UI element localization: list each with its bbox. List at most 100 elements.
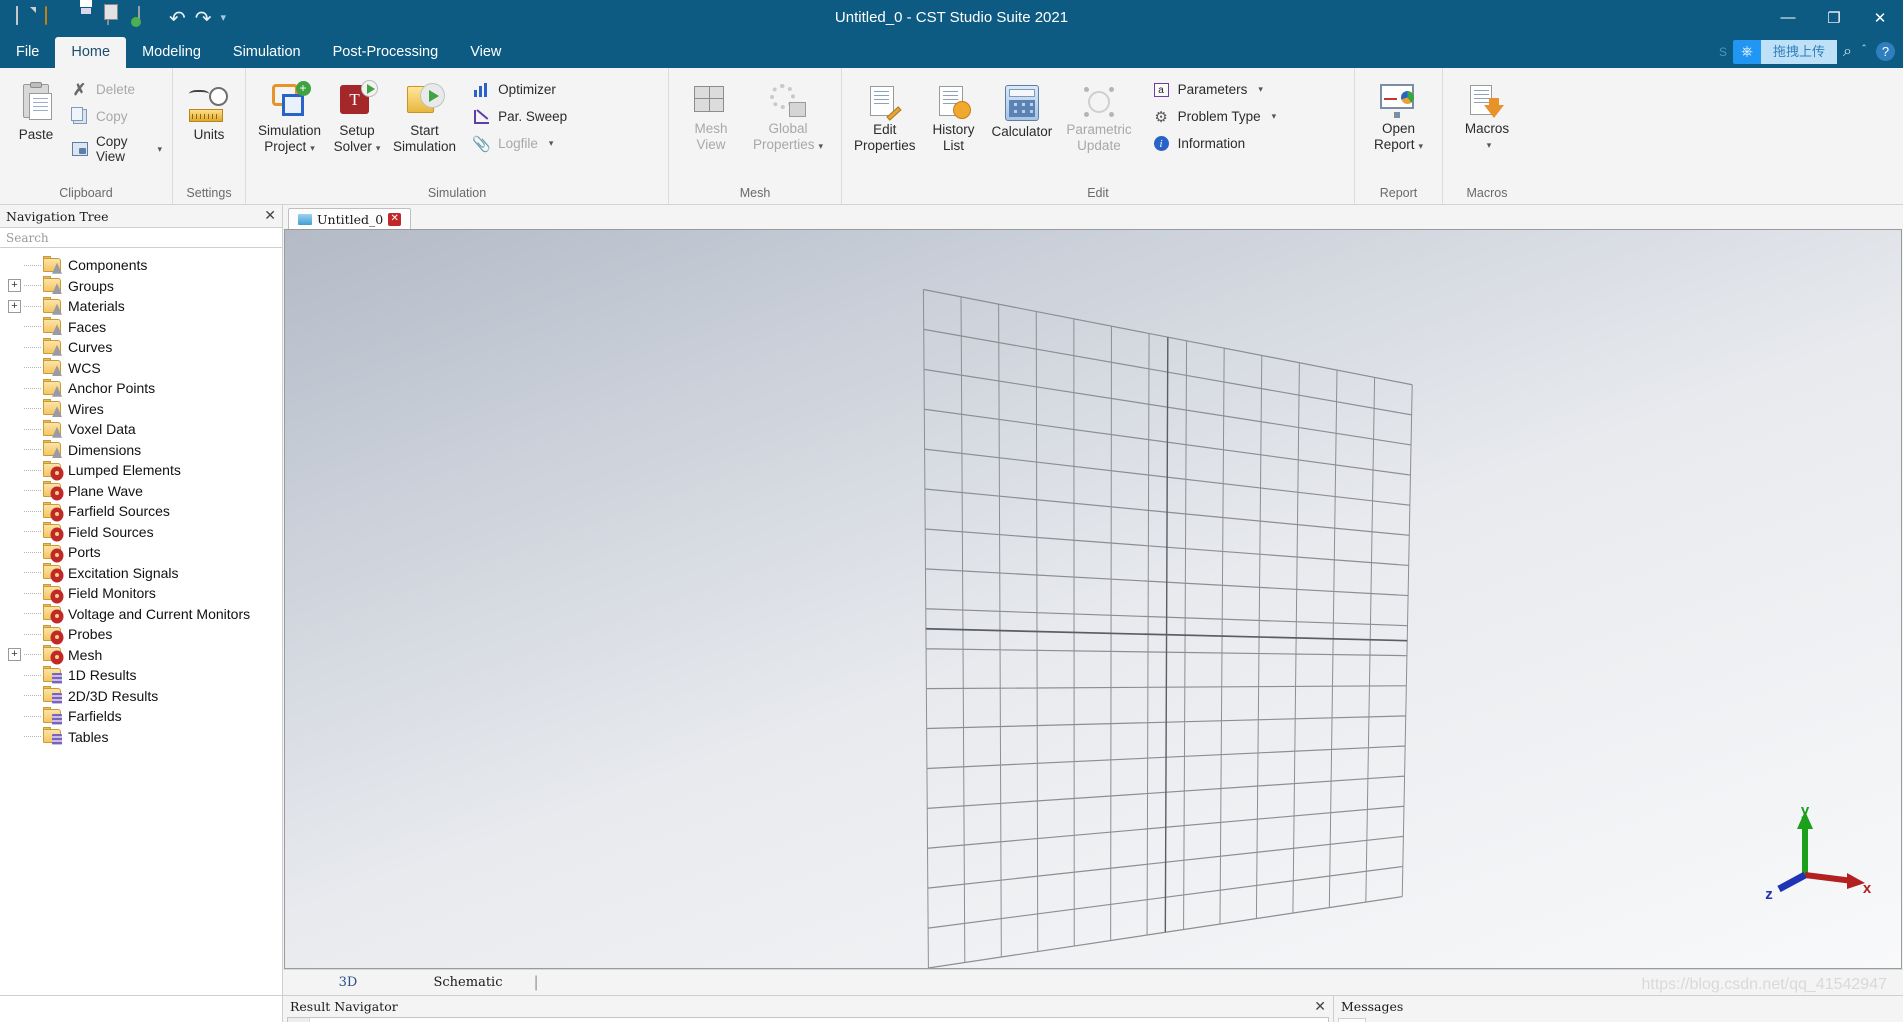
tree-item-voxel-data[interactable]: Voxel Data (0, 419, 282, 440)
clear-messages-icon[interactable]: ≡ (1438, 1018, 1466, 1022)
print-icon[interactable] (138, 5, 160, 29)
3d-viewport[interactable]: y x z (284, 229, 1902, 969)
tree-item-faces[interactable]: Faces (0, 317, 282, 338)
tree-item-plane-wave[interactable]: Plane Wave (0, 481, 282, 502)
tab-post-processing[interactable]: Post-Processing (317, 37, 455, 68)
chevron-down-icon[interactable]: ▾ (549, 138, 554, 149)
tab-view[interactable]: View (454, 37, 517, 68)
close-icon[interactable]: ✕ (264, 209, 276, 223)
tab-schematic[interactable]: Schematic (408, 972, 528, 993)
tree-item-tables[interactable]: Tables (0, 727, 282, 748)
expand-icon[interactable]: + (8, 648, 21, 662)
tree-item-field-sources[interactable]: Field Sources (0, 522, 282, 543)
problem-type-button[interactable]: ⚙ Problem Type ▾ (1148, 105, 1281, 128)
information-button[interactable]: i Information (1148, 132, 1281, 155)
copy-icon[interactable] (107, 5, 129, 29)
ribbon-tab-bar[interactable]: File Home Modeling Simulation Post-Proce… (0, 35, 1903, 68)
parametric-update-button[interactable]: Parametric Update (1060, 83, 1137, 156)
tree-item-label: Tables (68, 728, 109, 745)
tree-item-2d-3d-results[interactable]: 2D/3D Results (0, 686, 282, 707)
copy-button[interactable]: Copy (66, 105, 166, 128)
undo-icon[interactable]: ↶ (169, 8, 186, 28)
parameters-button[interactable]: a Parameters ▾ (1148, 78, 1281, 101)
global-properties-button[interactable]: Global Properties ▾ (747, 82, 829, 156)
edit-properties-button[interactable]: Edit Properties (848, 83, 922, 156)
start-simulation-button[interactable]: Start Simulation (387, 80, 462, 157)
maximize-button[interactable]: ❐ (1811, 0, 1857, 35)
redo-icon[interactable]: ↷ (195, 8, 212, 28)
expand-icon[interactable]: + (8, 299, 21, 313)
tree-item-ports[interactable]: Ports (0, 542, 282, 563)
result-navigator-body[interactable]: 3D Run ID ⊢ 0: Current Run (287, 1017, 1329, 1022)
customize-qat-icon[interactable]: ▾ (221, 11, 227, 24)
tree-item-wcs[interactable]: WCS (0, 358, 282, 379)
chevron-down-icon[interactable]: ▾ (1487, 137, 1492, 153)
calculator-button[interactable]: Calculator (986, 83, 1059, 142)
tree-item-farfield-sources[interactable]: Farfield Sources (0, 501, 282, 522)
history-list-button[interactable]: History List (924, 83, 984, 156)
simulation-project-button[interactable]: + Simulation Project ▾ (252, 80, 327, 158)
tab-modeling[interactable]: Modeling (126, 37, 217, 68)
chevron-down-icon[interactable]: ▾ (1272, 111, 1277, 122)
par-sweep-button[interactable]: Par. Sweep (468, 105, 571, 128)
chevron-down-icon[interactable]: ▾ (157, 144, 162, 155)
tree-item-probes[interactable]: Probes (0, 624, 282, 645)
minimize-button[interactable]: — (1765, 0, 1811, 35)
tree-connector (24, 715, 41, 717)
collapse-ribbon-icon[interactable]: ＾ (1858, 43, 1870, 60)
close-icon[interactable]: ✕ (388, 212, 402, 226)
quick-access-toolbar[interactable]: ↶ ↷ ▾ (0, 5, 227, 29)
paste-button[interactable]: Paste (6, 82, 66, 145)
window-controls[interactable]: — ❐ ✕ (1765, 0, 1903, 35)
document-tab-untitled-0[interactable]: Untitled_0 ✕ (288, 208, 412, 229)
messages-toolbar[interactable]: ✕ ! i ≡ (1334, 1017, 1903, 1022)
filter-icon[interactable] (288, 1018, 310, 1022)
errors-filter-icon[interactable]: ✕ (1338, 1018, 1366, 1022)
tree-item-components[interactable]: Components (0, 255, 282, 276)
delete-button[interactable]: ✗ Delete (66, 78, 166, 101)
search-icon[interactable]: ⌕ (1843, 43, 1852, 61)
close-button[interactable]: ✕ (1857, 0, 1903, 35)
chevron-down-icon[interactable]: ▾ (1258, 84, 1263, 95)
navigation-tree[interactable]: Components + Groups + Materials Faces Curves WC… (0, 248, 282, 995)
view-mode-tabs[interactable]: 3D Schematic | (283, 969, 1903, 995)
tree-item-farfields[interactable]: Farfields (0, 706, 282, 727)
baidu-netdisk-upload-chip[interactable]: ⎈ 拖拽上传 (1733, 39, 1838, 64)
expand-icon[interactable]: + (8, 279, 21, 293)
tree-item-wires[interactable]: Wires (0, 399, 282, 420)
search-input[interactable]: Search (0, 227, 282, 248)
open-report-button[interactable]: Open Report ▾ (1368, 82, 1429, 156)
tree-item-excitation-signals[interactable]: Excitation Signals (0, 563, 282, 584)
save-icon[interactable] (76, 7, 98, 29)
macros-button[interactable]: Macros ▾ (1457, 82, 1517, 155)
ribbon-right-tools[interactable]: S ⎈ 拖拽上传 ⌕ ＾ ? (1719, 35, 1903, 68)
help-icon[interactable]: ? (1876, 42, 1895, 61)
open-folder-icon[interactable] (45, 5, 67, 29)
tab-file[interactable]: File (0, 37, 55, 68)
info-filter-icon[interactable]: i (1398, 1018, 1426, 1022)
setup-solver-button[interactable]: T Setup Solver ▾ (327, 80, 387, 158)
warnings-filter-icon[interactable]: ! (1368, 1018, 1396, 1022)
tree-item-field-monitors[interactable]: Field Monitors (0, 583, 282, 604)
units-button[interactable]: Units (179, 84, 239, 145)
tree-item-dimensions[interactable]: Dimensions (0, 440, 282, 461)
tree-item-curves[interactable]: Curves (0, 337, 282, 358)
tree-item-groups[interactable]: + Groups (0, 276, 282, 297)
new-document-icon[interactable] (14, 5, 36, 29)
logfile-button[interactable]: 📎 Logfile ▾ (468, 132, 571, 155)
tree-item-voltage-and-current-monitors[interactable]: Voltage and Current Monitors (0, 604, 282, 625)
tree-item-lumped-elements[interactable]: Lumped Elements (0, 460, 282, 481)
tree-item-materials[interactable]: + Materials (0, 296, 282, 317)
tab-3d[interactable]: 3D (288, 972, 408, 993)
mesh-view-button[interactable]: Mesh View (681, 82, 741, 155)
tree-item-mesh[interactable]: + Mesh (0, 645, 282, 666)
ribbon[interactable]: Paste ✗ Delete Copy Copy View ▾ Clipboar… (0, 68, 1903, 205)
copy-view-button[interactable]: Copy View ▾ (66, 132, 166, 166)
tree-item-anchor-points[interactable]: Anchor Points (0, 378, 282, 399)
tab-simulation[interactable]: Simulation (217, 37, 317, 68)
tree-item-1d-results[interactable]: 1D Results (0, 665, 282, 686)
optimizer-button[interactable]: Optimizer (468, 78, 571, 101)
document-tab-strip[interactable]: Untitled_0 ✕ (283, 205, 1903, 229)
close-icon[interactable]: ✕ (1314, 1000, 1326, 1014)
tab-home[interactable]: Home (55, 37, 127, 68)
